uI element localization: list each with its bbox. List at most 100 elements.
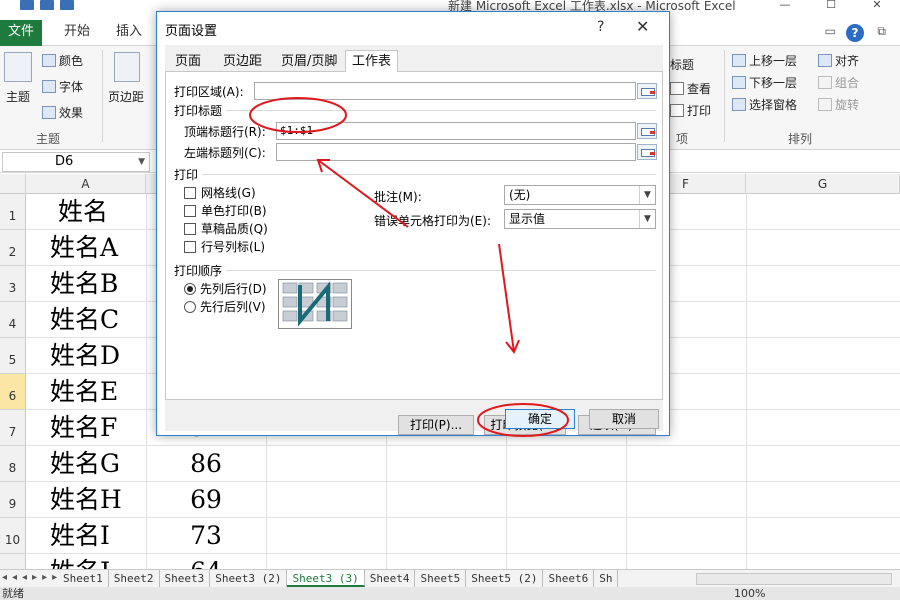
select-all-corner[interactable] (0, 174, 26, 194)
sheet-tab[interactable]: Sheet5 (415, 570, 467, 587)
row-header[interactable]: 10 (0, 518, 26, 554)
row-header[interactable]: 4 (0, 302, 26, 338)
cell-b[interactable]: 69 (146, 482, 266, 517)
print-section: 打印 (174, 168, 199, 182)
selection-pane-icon (732, 98, 746, 111)
row-col-headings-checkbox[interactable]: 行号列标(L) (184, 238, 265, 255)
dialog-close-button[interactable]: ✕ (636, 17, 649, 36)
print-button[interactable]: 打印(P)... (398, 415, 474, 435)
row-header[interactable]: 5 (0, 338, 26, 374)
rotate-button[interactable]: 旋转 (818, 96, 859, 113)
effects-button[interactable]: 效果 (42, 104, 83, 121)
print-area-input[interactable] (254, 82, 636, 100)
column-header[interactable]: A (26, 174, 146, 194)
themes-icon[interactable] (4, 52, 32, 82)
collapse-dialog-icon[interactable] (637, 83, 657, 99)
margins-button[interactable]: 页边距 (108, 88, 144, 105)
cell-a[interactable]: 姓名E (26, 374, 146, 409)
tab-insert[interactable]: 插入 (116, 20, 142, 39)
collapse-dialog-icon[interactable] (637, 123, 657, 139)
print-area-label: 打印区域(A): (174, 85, 244, 99)
name-box[interactable]: D6 ▼ (2, 152, 150, 172)
theme-group-label: 主题 (36, 132, 61, 146)
gridline (26, 481, 900, 482)
collapse-dialog-icon[interactable] (637, 144, 657, 160)
tab-sheet[interactable]: 工作表 (345, 50, 399, 73)
cell-a[interactable]: 姓名J (26, 554, 146, 569)
ok-button[interactable]: 确定 (505, 409, 575, 429)
sheet-tab[interactable]: Sheet5 (2) (466, 570, 544, 587)
sheet-tab[interactable]: Sheet4 (365, 570, 416, 587)
sheet-nav-arrows-icon[interactable]: ◂◂◂▸▸▸ (2, 572, 62, 583)
row-header[interactable]: 2 (0, 230, 26, 266)
margins-icon[interactable] (114, 52, 140, 82)
help-icon[interactable]: ? (846, 24, 864, 42)
close-button[interactable]: ✕ (854, 0, 900, 12)
minimize-button[interactable]: — (762, 0, 808, 12)
cell-a[interactable]: 姓名 (26, 194, 146, 229)
dialog-help-button[interactable]: ? (597, 19, 604, 35)
save-icon[interactable] (20, 0, 34, 10)
zoom-level[interactable]: 100% (734, 587, 765, 600)
down-then-over-radio[interactable]: 先列后行(D) (184, 280, 267, 297)
undo-icon[interactable] (40, 0, 54, 10)
sheet-tab[interactable]: Sheet6 (543, 570, 595, 587)
cell-b[interactable]: 64 (146, 554, 266, 569)
redo-icon[interactable] (60, 0, 74, 10)
view-checkbox[interactable]: 查看 (670, 80, 711, 97)
tab-header-footer[interactable]: 页眉/页脚 (275, 53, 343, 72)
sheet-tab[interactable]: Sheet1 (58, 570, 109, 587)
tab-page[interactable]: 页面 (169, 53, 207, 72)
chevron-down-icon[interactable]: ▼ (138, 153, 145, 171)
fonts-button[interactable]: 字体 (42, 78, 83, 95)
over-then-down-radio[interactable]: 先行后列(V) (184, 298, 266, 315)
row-header[interactable]: 9 (0, 482, 26, 518)
row-header[interactable]: 8 (0, 446, 26, 482)
cols-to-repeat-input[interactable] (276, 143, 636, 161)
maximize-button[interactable]: ☐ (808, 0, 854, 12)
sheet-tab[interactable]: Sheet3 (160, 570, 211, 587)
sheet-tab[interactable]: Sheet3 (2) (210, 570, 288, 587)
cell-a[interactable]: 姓名B (26, 266, 146, 301)
horizontal-scrollbar[interactable] (696, 573, 892, 585)
group-button[interactable]: 组合 (818, 74, 859, 91)
cell-errors-select[interactable]: 显示值 ▼ (504, 209, 656, 229)
tab-home[interactable]: 开始 (64, 20, 90, 39)
tab-file[interactable]: 文件 (0, 20, 42, 46)
row-header[interactable]: 1 (0, 194, 26, 230)
cell-a[interactable]: 姓名G (26, 446, 146, 481)
rows-to-repeat-input[interactable]: $1:$1 (276, 122, 636, 140)
gridlines-checkbox[interactable]: 网格线(G) (184, 184, 256, 201)
cell-b[interactable]: 86 (146, 446, 266, 481)
print-checkbox[interactable]: 打印 (670, 102, 711, 119)
cell-a[interactable]: 姓名D (26, 338, 146, 373)
align-button[interactable]: 对齐 (818, 52, 859, 69)
comments-select[interactable]: (无) ▼ (504, 185, 656, 205)
column-header[interactable]: G (746, 174, 900, 194)
bring-forward-button[interactable]: 上移一层 (732, 52, 797, 69)
tab-margins[interactable]: 页边距 (217, 53, 268, 72)
row-header[interactable]: 11 (0, 554, 26, 569)
selection-pane-button[interactable]: 选择窗格 (732, 96, 797, 113)
row-header[interactable]: 3 (0, 266, 26, 302)
cell-a[interactable]: 姓名A (26, 230, 146, 265)
cell-a[interactable]: 姓名H (26, 482, 146, 517)
colors-icon (42, 54, 56, 67)
themes-button[interactable]: 主题 (6, 88, 30, 105)
black-white-checkbox[interactable]: 单色打印(B) (184, 202, 267, 219)
row-header[interactable]: 6 (0, 374, 26, 410)
cell-b[interactable]: 73 (146, 518, 266, 553)
colors-button[interactable]: 颜色 (42, 52, 83, 69)
sheet-tab[interactable]: Sh (594, 570, 619, 587)
cell-a[interactable]: 姓名I (26, 518, 146, 553)
cancel-button[interactable]: 取消 (589, 409, 659, 429)
draft-quality-checkbox[interactable]: 草稿品质(Q) (184, 220, 268, 237)
sheet-tab[interactable]: Sheet2 (109, 570, 160, 587)
ribbon-minimize-icon[interactable]: ▭ (825, 24, 836, 38)
send-backward-button[interactable]: 下移一层 (732, 74, 797, 91)
row-header[interactable]: 7 (0, 410, 26, 446)
cell-a[interactable]: 姓名F (26, 410, 146, 445)
sheet-tab[interactable]: Sheet3 (3) (287, 570, 365, 587)
cell-a[interactable]: 姓名C (26, 302, 146, 337)
ribbon-restore-icon[interactable]: ⧉ (877, 24, 886, 39)
